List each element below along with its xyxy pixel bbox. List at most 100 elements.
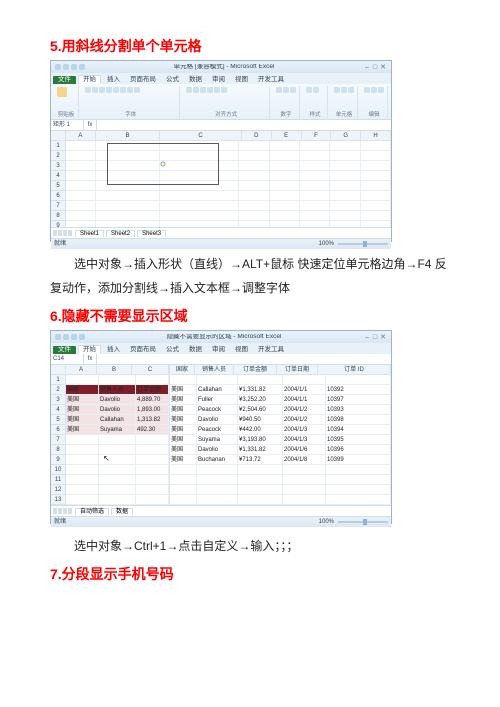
cell[interactable] [326,375,391,385]
cell[interactable] [99,375,136,385]
grid-row[interactable] [170,485,391,495]
cell[interactable] [66,151,96,161]
col-header[interactable]: B [96,131,160,141]
window-buttons[interactable]: –□✕ [363,64,387,71]
cell[interactable] [136,495,169,505]
cell[interactable]: 销售人员 [99,385,136,395]
cell[interactable] [197,475,238,485]
sheet-tabs[interactable]: Sheet1 Sheet2 Sheet3 [51,227,391,238]
cell[interactable] [300,211,330,221]
col-header[interactable]: 订单金额 [234,365,277,375]
row-header[interactable]: 7 [51,435,66,445]
maximize-icon[interactable]: □ [371,334,379,341]
cell[interactable] [361,201,391,211]
cell[interactable] [330,161,360,171]
row-header[interactable]: 8 [51,211,66,221]
grid-row[interactable]: 5美国Callahan1,313.82 [51,415,169,425]
ribbon-tab[interactable]: 开始 [78,75,101,85]
cell[interactable]: 2004/1/2 [283,415,326,425]
cell[interactable] [300,141,330,151]
row-header[interactable]: 6 [51,425,66,435]
col-header[interactable]: A [66,365,97,375]
grid-row[interactable]: 2 [51,151,391,161]
cell[interactable] [66,475,99,485]
ribbon-group-align[interactable]: 对齐方式 [183,86,270,118]
cell[interactable] [160,181,240,191]
cell[interactable] [160,211,240,221]
cell[interactable] [66,495,99,505]
cell[interactable] [239,181,269,191]
grid-row[interactable]: 美国Suyama¥3,193.802004/1/310395 [170,435,391,445]
cell[interactable]: ¥1,331.82 [238,385,283,395]
sheet-tab[interactable]: Sheet3 [137,230,166,237]
minimize-icon[interactable]: – [363,334,371,341]
col-headers[interactable]: A B C [51,365,169,375]
grid-row[interactable]: 6美国Suyama492.30 [51,425,169,435]
col-header[interactable]: B [97,365,132,375]
select-all-corner[interactable] [51,131,66,141]
cell[interactable]: 美国 [170,455,197,465]
cell[interactable]: 订单金额 [136,385,169,395]
row-header[interactable]: 10 [51,465,66,475]
cell[interactable] [239,191,269,201]
grid-row[interactable]: 1 [51,375,169,385]
cell[interactable] [160,171,240,181]
cell[interactable]: Suyama [197,435,238,445]
cell[interactable] [170,465,197,475]
cell[interactable] [361,141,391,151]
col-header[interactable]: 订单日期 [277,365,318,375]
cell[interactable]: 美国 [170,435,197,445]
file-tab[interactable]: 文件 [53,76,76,85]
cell[interactable] [96,151,159,161]
sheet-tab[interactable]: 自动筛选 [75,508,109,515]
cell[interactable] [361,171,391,181]
cell[interactable]: 美国 [170,425,197,435]
cell[interactable] [238,485,283,495]
cell[interactable] [160,191,240,201]
cell[interactable] [170,495,197,505]
cell[interactable] [66,141,96,151]
excel1-grid[interactable]: A B C D E F G H 123456789 [51,131,391,227]
cell[interactable] [330,191,360,201]
cell[interactable] [270,171,300,181]
ribbon-tab[interactable]: 审阅 [208,76,229,85]
cell[interactable]: Callahan [99,415,136,425]
cell[interactable] [361,151,391,161]
grid-row[interactable] [170,475,391,485]
cell[interactable] [326,465,391,475]
cell[interactable]: ¥2,504.60 [238,405,283,415]
fx-icon[interactable]: fx [84,120,97,130]
ribbon-tab[interactable]: 插入 [103,346,124,355]
grid-row[interactable] [170,495,391,505]
cell[interactable] [300,191,330,201]
minimize-icon[interactable]: – [363,64,371,71]
grid-row[interactable]: 7 [51,201,391,211]
cell[interactable] [300,181,330,191]
cell[interactable] [283,475,326,485]
cell[interactable] [361,191,391,201]
grid-row[interactable]: 11 [51,475,169,485]
row-header[interactable]: 2 [51,385,66,395]
zoom-slider[interactable] [338,243,388,245]
row-header[interactable]: 2 [51,151,66,161]
cell[interactable] [99,495,136,505]
cell[interactable] [197,465,238,475]
cell[interactable] [66,465,99,475]
ribbon-tab[interactable]: 视图 [231,346,252,355]
row-header[interactable]: 9 [51,455,66,465]
col-header[interactable]: H [361,131,391,141]
cell[interactable]: 美国 [170,405,197,415]
col-header[interactable]: C [160,131,242,141]
cell[interactable] [326,485,391,495]
cell[interactable]: 美国 [170,445,197,455]
col-headers[interactable]: A B C D E F G H [51,131,391,141]
ribbon-tab[interactable]: 开发工具 [254,346,288,355]
cell[interactable] [96,221,159,227]
cell[interactable]: Davolio [197,415,238,425]
cell[interactable]: Suyama [99,425,136,435]
cell[interactable]: 美国 [66,405,99,415]
cell[interactable] [136,455,169,465]
cell[interactable] [239,211,269,221]
col-header[interactable]: 销售人员 [195,365,234,375]
cell[interactable] [197,375,238,385]
